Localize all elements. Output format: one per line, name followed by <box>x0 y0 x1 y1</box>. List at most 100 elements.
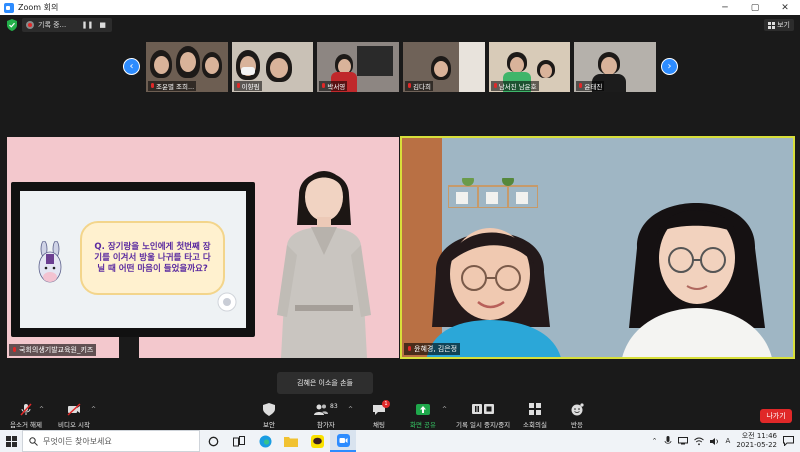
participant-tile[interactable]: 김다희 <box>403 42 485 92</box>
recording-label: 기록 중... <box>38 21 67 29</box>
participants-button[interactable]: 83 참가자 <box>314 403 338 429</box>
next-page-button[interactable]: › <box>661 58 678 75</box>
windows-taskbar: 무엇이든 찾아보세요 ⌃ A 오전 11:46 2021-05-22 <box>0 430 800 452</box>
prev-page-button[interactable]: ‹ <box>123 58 140 75</box>
participants-count: 83 <box>330 403 338 410</box>
participant-name: 조윤별 조희... <box>148 81 197 91</box>
minimize-button[interactable]: ─ <box>710 0 740 15</box>
mic-muted-icon <box>407 83 412 89</box>
meeting-topbar: 기록 중... ❚❚ ■ 보기 <box>0 15 800 35</box>
notification-center-icon[interactable] <box>783 436 794 446</box>
mic-muted-icon <box>12 347 17 353</box>
folder-icon <box>284 436 298 447</box>
mic-muted-icon <box>407 346 412 352</box>
participant-tile[interactable]: 이향림 <box>231 42 314 92</box>
shield-icon[interactable] <box>7 19 17 31</box>
mic-off-icon <box>20 403 32 416</box>
people-icon <box>314 404 328 415</box>
video-label-right: 윤혜경, 김은정 <box>404 343 461 355</box>
video-tile-left[interactable]: Q. 장기랑을 노인에게 첫번째 장기를 이겨서 방울 나귀를 타고 다닐 때 … <box>7 137 399 358</box>
stop-recording-button[interactable]: ■ <box>99 21 106 29</box>
unmute-button[interactable]: 음소거 해제 <box>10 403 42 429</box>
wifi-icon[interactable] <box>693 437 704 446</box>
share-options-caret[interactable]: ^ <box>442 406 447 413</box>
share-screen-button[interactable]: 화면 공유 <box>410 403 436 429</box>
participant-name: 김다희 <box>405 81 433 91</box>
participant-tile[interactable]: 박서영 <box>317 42 400 92</box>
network-monitor-icon[interactable] <box>677 437 688 445</box>
presenter-figure <box>277 171 371 358</box>
ime-indicator[interactable]: A <box>726 437 731 445</box>
zoom-app-icon <box>336 433 350 447</box>
recording-dot-icon <box>26 21 34 29</box>
taskbar-cortana[interactable] <box>200 430 226 452</box>
presentation-screen: Q. 장기랑을 노인에게 첫번째 장기를 이겨서 방울 나귀를 타고 다닐 때 … <box>20 191 246 328</box>
tray-overflow-chevron-icon[interactable]: ⌃ <box>652 437 658 445</box>
edge-browser-icon <box>259 435 271 447</box>
cortana-circle-icon <box>208 436 218 446</box>
pause-stop-icon <box>472 404 495 414</box>
pause-recording-button[interactable]: ❚❚ <box>82 21 94 29</box>
taskbar-task-view[interactable] <box>226 430 252 452</box>
record-control-button[interactable]: 기록 일시 중지/중지 <box>456 403 510 429</box>
task-view-icon <box>233 435 245 446</box>
mic-muted-icon <box>150 83 155 89</box>
view-label: 보기 <box>777 21 790 29</box>
leave-meeting-button[interactable]: 나가기 <box>760 409 792 423</box>
donkey-character-icon <box>38 241 62 283</box>
taskbar-file-explorer[interactable] <box>278 430 304 452</box>
window-title: Zoom 회의 <box>18 3 59 12</box>
speaker-volume-icon[interactable] <box>709 437 720 446</box>
security-button[interactable]: 보안 <box>262 403 276 429</box>
smiley-icon <box>571 403 584 416</box>
windows-logo-icon <box>5 435 17 447</box>
chat-unread-badge: 1 <box>382 400 390 408</box>
participant-girl-left <box>427 228 561 357</box>
start-button[interactable] <box>0 430 22 452</box>
slide-question-text: Q. 장기랑을 노인에게 첫번째 장기를 이겨서 방울 나귀를 타고 다닐 때 … <box>80 221 225 295</box>
mic-muted-icon <box>578 83 583 89</box>
raise-hand-notification: 김혜은 이소을 손들 <box>277 372 373 394</box>
close-button[interactable]: ✕ <box>770 0 800 15</box>
participant-strip: 조윤별 조희... 이향림 박서영 김다희 남서진 남윤호 윤태진 <box>146 42 657 92</box>
kakaotalk-icon <box>310 434 324 448</box>
mic-muted-icon <box>493 83 498 89</box>
participant-name: 이향림 <box>233 81 262 91</box>
participant-girl-right <box>622 203 772 357</box>
zoom-app-icon <box>4 2 14 13</box>
meeting-toolbar: 음소거 해제 ^ 비디오 시작 ^ 보안 83 참가자 ^ 1 채팅 화면 공유… <box>0 400 800 430</box>
taskbar-edge[interactable] <box>252 430 278 452</box>
view-button[interactable]: 보기 <box>764 19 794 31</box>
system-tray: ⌃ A 오전 11:46 2021-05-22 <box>652 432 800 450</box>
video-off-icon <box>67 403 81 416</box>
emblem-icon <box>217 292 237 312</box>
audio-options-caret[interactable]: ^ <box>39 406 44 413</box>
microphone-tray-icon[interactable] <box>664 436 672 446</box>
wall-shelf <box>448 178 538 208</box>
reactions-button[interactable]: 반응 <box>570 403 584 429</box>
mic-muted-icon <box>321 83 326 89</box>
search-icon <box>29 436 38 446</box>
taskbar-zoom[interactable] <box>330 430 356 452</box>
taskbar-kakaotalk[interactable] <box>304 430 330 452</box>
video-options-caret[interactable]: ^ <box>91 406 96 413</box>
window-titlebar: Zoom 회의 ─ ▢ ✕ <box>0 0 800 15</box>
video-tile-right-active-speaker[interactable]: 윤혜경, 김은정 <box>400 136 795 359</box>
participant-tile[interactable]: 윤태진 <box>574 42 657 92</box>
shield-icon <box>263 403 275 416</box>
chat-button[interactable]: 1 채팅 <box>372 400 390 429</box>
participant-tile[interactable]: 남서진 남윤호 <box>488 42 571 92</box>
participant-name: 남서진 남윤호 <box>490 81 539 91</box>
taskbar-search-box[interactable]: 무엇이든 찾아보세요 <box>22 430 200 452</box>
recording-indicator: 기록 중... ❚❚ ■ <box>22 18 112 32</box>
breakout-rooms-button[interactable]: 소회의실 <box>523 403 547 429</box>
share-screen-icon <box>416 404 430 415</box>
presentation-monitor: Q. 장기랑을 노인에게 첫번째 장기를 이겨서 방울 나귀를 타고 다닐 때 … <box>11 182 255 337</box>
maximize-button[interactable]: ▢ <box>740 0 770 15</box>
start-video-button[interactable]: 비디오 시작 <box>58 403 90 429</box>
taskbar-clock[interactable]: 오전 11:46 2021-05-22 <box>736 432 777 450</box>
participant-tile[interactable]: 조윤별 조희... <box>146 42 228 92</box>
participant-name: 윤태진 <box>576 81 605 91</box>
participants-options-caret[interactable]: ^ <box>348 406 353 413</box>
search-placeholder: 무엇이든 찾아보세요 <box>43 436 112 446</box>
